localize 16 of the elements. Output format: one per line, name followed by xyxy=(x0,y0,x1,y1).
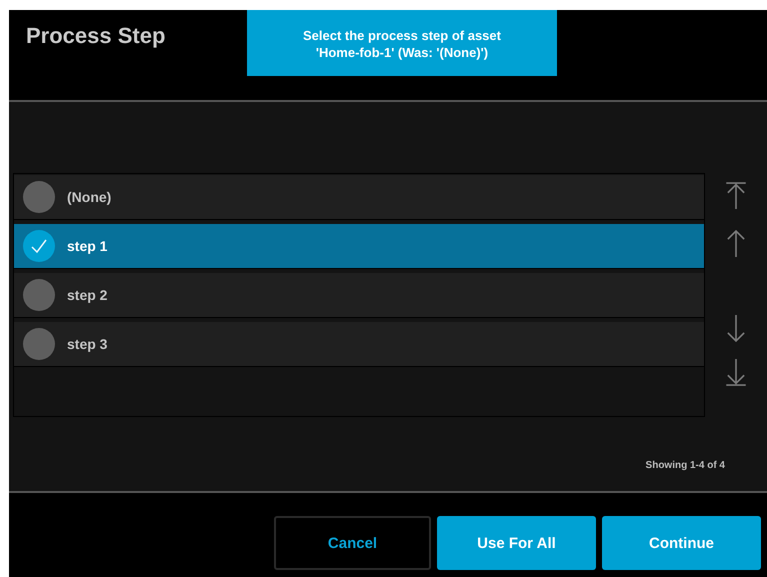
status-text: Showing 1-4 of 4 xyxy=(646,460,725,471)
page-title: Process Step xyxy=(25,22,166,50)
check-icon xyxy=(23,230,55,262)
radio-icon xyxy=(23,181,55,213)
radio-icon xyxy=(23,279,55,311)
item-label: step 3 xyxy=(67,336,108,352)
list-item[interactable]: (None) xyxy=(14,175,704,220)
list-item[interactable]: step 1 xyxy=(14,224,704,269)
item-label: (None) xyxy=(67,189,112,205)
radio-icon xyxy=(23,328,55,360)
action-button[interactable]: Cancel xyxy=(274,516,431,570)
prompt-banner: Select the process step of asset 'Home-fob-1' (Was: '(None)') xyxy=(247,10,557,76)
list-item[interactable]: step 2 xyxy=(14,273,704,318)
item-label: step 2 xyxy=(67,287,108,303)
list-item[interactable]: step 3 xyxy=(14,322,704,367)
item-label: step 1 xyxy=(67,238,108,254)
